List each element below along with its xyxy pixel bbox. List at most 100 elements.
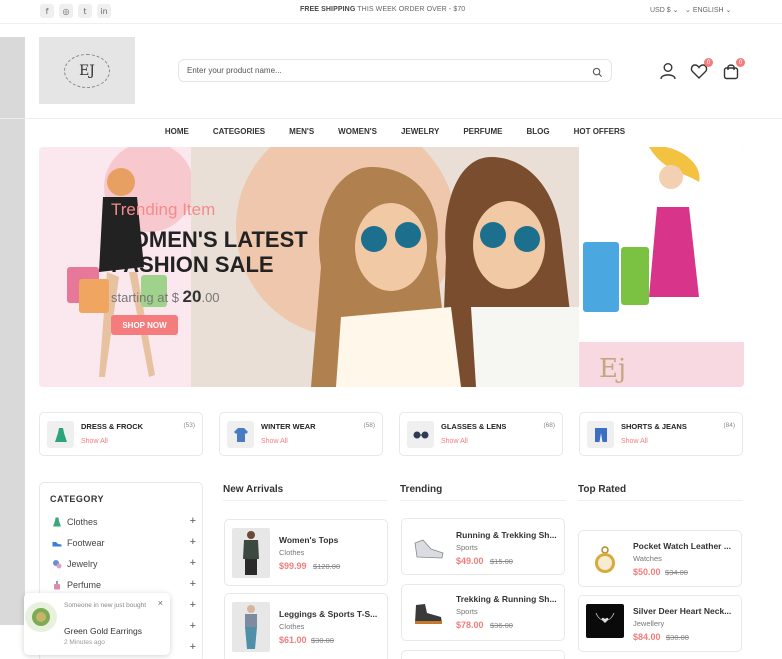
divider	[223, 500, 388, 501]
product-image	[232, 602, 270, 652]
product-category: Watches	[633, 554, 662, 563]
product-old-price: $34.00	[665, 568, 688, 577]
product-card[interactable]: Running & Trekking Sh... Sports $49.00 $…	[401, 518, 565, 575]
shop-now-button[interactable]: SHOP NOW	[111, 315, 178, 335]
jewelry-icon	[53, 560, 62, 569]
expand-plus-icon[interactable]: +	[190, 536, 196, 548]
search-icon[interactable]	[592, 65, 603, 83]
product-name[interactable]: Running & Trekking Sh...	[456, 530, 560, 540]
wishlist-icon[interactable]: 0	[690, 58, 713, 85]
product-card[interactable]: Women's Tops Clothes $99.99 $120.00	[224, 519, 388, 586]
wishlist-count-badge: 0	[704, 58, 713, 67]
close-icon[interactable]: ×	[158, 598, 163, 608]
expand-plus-icon[interactable]: +	[190, 641, 196, 653]
nav-item-jewelry[interactable]: JEWELRY	[401, 127, 439, 146]
top-bar: f ◎ t in FREE SHIPPING THIS WEEK ORDER O…	[0, 0, 782, 24]
product-old-price: $36.00	[490, 621, 513, 630]
nav-item-hot-offers[interactable]: HOT OFFERS	[574, 127, 626, 146]
category-card-winter-wear[interactable]: WINTER WEAR Show All (58)	[219, 412, 383, 456]
sidebar-item-footwear[interactable]: Footwear +	[50, 536, 196, 552]
product-price: $99.99	[279, 561, 307, 571]
hero-price: starting at $ 20.00	[111, 287, 220, 307]
product-category: Clothes	[279, 622, 305, 631]
product-image	[232, 528, 270, 578]
product-name[interactable]: Leggings & Sports T-S...	[279, 609, 383, 619]
product-name[interactable]: Pocket Watch Leather ...	[633, 541, 737, 551]
dress-icon	[53, 517, 61, 527]
expand-plus-icon[interactable]: +	[190, 557, 196, 569]
notification-message: Someone in new just bought	[64, 602, 147, 609]
product-price: $84.00	[633, 632, 661, 642]
language-select[interactable]: ⌄ ENGLISH ⌄	[685, 6, 731, 14]
product-old-price: $15.00	[490, 557, 513, 566]
cart-icon[interactable]: 0	[722, 58, 745, 85]
product-card[interactable]: Silver Deer Heart Neck... Jewellery $84.…	[578, 595, 742, 652]
category-card-shorts[interactable]: SHORTS & JEANS Show All (84)	[579, 412, 743, 456]
sidebar-item-perfume[interactable]: Perfume +	[50, 578, 196, 594]
category-count: (53)	[183, 422, 195, 429]
product-card[interactable]: Leggings & Sports T-S... Clothes $61.00 …	[224, 593, 388, 659]
product-name[interactable]: Women's Tops	[279, 535, 383, 545]
shipping-notice: FREE SHIPPING THIS WEEK ORDER OVER - $70	[300, 6, 465, 13]
product-price: $49.00	[456, 556, 484, 566]
shoe-icon	[52, 542, 62, 547]
chevron-down-icon: ⌄	[725, 7, 732, 14]
product-image	[586, 604, 624, 638]
sidebar-item-label: Jewelry	[67, 559, 98, 569]
svg-text:Ej: Ej	[599, 354, 626, 384]
expand-plus-icon[interactable]: +	[190, 578, 196, 590]
earrings-product-image	[25, 602, 57, 632]
twitter-icon[interactable]: t	[78, 4, 92, 18]
product-image	[409, 589, 447, 639]
instagram-icon[interactable]: ◎	[59, 4, 73, 18]
product-card[interactable]	[401, 650, 565, 659]
search-input[interactable]	[179, 60, 569, 81]
product-category: Sports	[456, 543, 478, 552]
user-icon[interactable]	[659, 62, 677, 85]
product-card[interactable]: Pocket Watch Leather ... Watches $50.00 …	[578, 530, 742, 587]
category-card-dress[interactable]: DRESS & FROCK Show All (53)	[39, 412, 203, 456]
logo-mark: EJ	[64, 53, 110, 88]
category-card-glasses[interactable]: GLASSES & LENS Show All (68)	[399, 412, 563, 456]
product-image	[586, 535, 624, 585]
product-card[interactable]: Trekking & Running Sh... Sports $78.00 $…	[401, 584, 565, 641]
site-logo[interactable]: EJ	[39, 37, 135, 104]
social-links: f ◎ t in	[40, 4, 111, 18]
sidebar-item-jewelry[interactable]: Jewelry +	[50, 557, 196, 573]
expand-plus-icon[interactable]: +	[190, 515, 196, 527]
sidebar-item-clothes[interactable]: Clothes +	[50, 515, 196, 531]
nav-item-womens[interactable]: WOMEN'S	[338, 127, 377, 146]
nav-item-perfume[interactable]: PERFUME	[463, 127, 502, 146]
facebook-icon[interactable]: f	[40, 4, 54, 18]
sidebar-item-label: Footwear	[67, 538, 105, 548]
hero-price-whole: 20	[182, 287, 202, 306]
currency-select[interactable]: USD $ ⌄	[650, 6, 678, 14]
product-old-price: $120.00	[313, 562, 341, 571]
category-show-all-link[interactable]: Show All	[441, 438, 468, 445]
linkedin-icon[interactable]: in	[97, 4, 111, 18]
category-count: (68)	[543, 422, 555, 429]
chevron-down-icon: ⌄	[685, 7, 691, 14]
product-name[interactable]: Trekking & Running Sh...	[456, 594, 560, 604]
currency-label: USD $	[650, 7, 671, 14]
divider	[400, 500, 566, 501]
product-price: $78.00	[456, 620, 484, 630]
nav-item-blog[interactable]: BLOG	[526, 127, 549, 146]
expand-plus-icon[interactable]: +	[190, 599, 196, 611]
category-count: (84)	[723, 422, 735, 429]
divider	[578, 500, 743, 501]
product-name[interactable]: Silver Deer Heart Neck...	[633, 606, 737, 616]
product-old-price: $30.00	[311, 636, 334, 645]
product-old-price: $30.00	[666, 633, 689, 642]
category-show-all-link[interactable]: Show All	[261, 438, 288, 445]
coat-icon	[227, 421, 254, 448]
expand-plus-icon[interactable]: +	[190, 620, 196, 632]
category-show-all-link[interactable]: Show All	[81, 438, 108, 445]
product-category: Sports	[456, 607, 478, 616]
nav-item-mens[interactable]: MEN'S	[289, 127, 314, 146]
nav-item-categories[interactable]: CATEGORIES	[213, 127, 265, 146]
sidebar-item-label: Clothes	[67, 517, 98, 527]
dress-icon	[47, 421, 74, 448]
category-show-all-link[interactable]: Show All	[621, 438, 648, 445]
nav-item-home[interactable]: HOME	[165, 127, 189, 146]
